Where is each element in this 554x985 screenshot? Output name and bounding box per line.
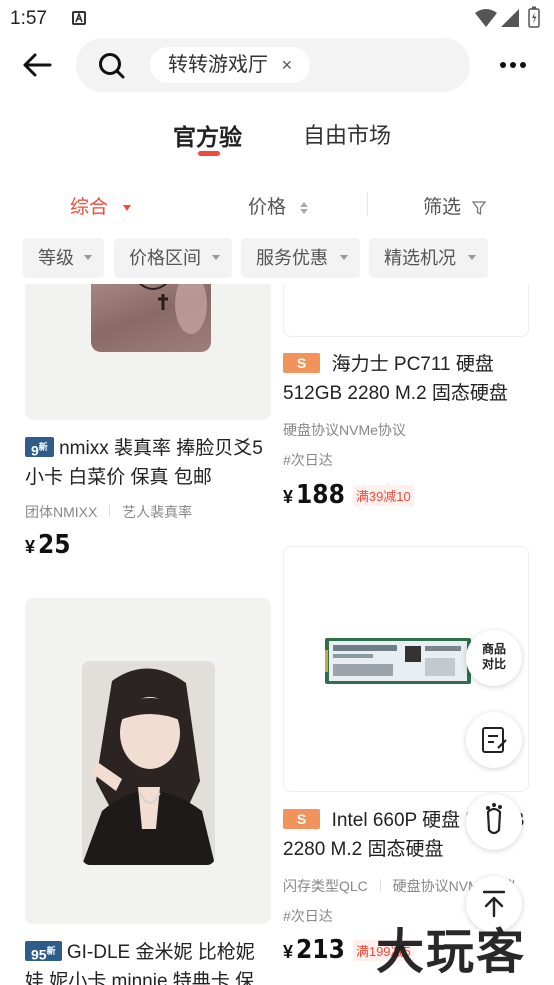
photocard-image: [91, 284, 211, 352]
grade-badge: 9新: [25, 436, 54, 459]
signal-icon: [501, 9, 519, 27]
photocard-image: [82, 661, 215, 865]
product-card[interactable]: 9新 nmixx 裴真率 捧脸贝爻5小卡 白菜价 保真 包邮 团体NMIXX 艺…: [25, 284, 271, 564]
chip-close-icon[interactable]: ×: [282, 55, 293, 75]
product-card[interactable]: 95新 GI-DLE 金米妮 比枪妮娃 妮小卡 minnie 特典卡 保: [25, 598, 271, 985]
caret-down-icon: [123, 204, 132, 211]
grade-badge: 95新: [25, 940, 62, 963]
footprint-icon: [486, 803, 502, 835]
footprint-button[interactable]: [466, 794, 522, 850]
tab-active-indicator: [198, 151, 220, 156]
filter-chip-label: 价格区间: [129, 248, 201, 268]
chevron-down-icon: [468, 255, 476, 260]
product-title: 95新 GI-DLE 金米妮 比枪妮娃 妮小卡 minnie 特典卡 保: [25, 938, 265, 985]
product-image: [25, 598, 271, 924]
tab-free-market[interactable]: 自由市场: [303, 118, 391, 150]
chevron-down-icon: [212, 255, 220, 260]
ssd-image: [325, 638, 471, 684]
status-time: 1:57: [10, 8, 47, 29]
compare-label: 商品 对比: [481, 642, 506, 671]
search-icon: [99, 53, 125, 79]
filter-label: 筛选: [423, 197, 462, 218]
status-bar: 1:57: [0, 0, 554, 36]
compare-button[interactable]: 商品 对比: [466, 630, 522, 686]
delivery-tag: #次日达: [283, 908, 333, 924]
filter-chip-label: 精选机况: [384, 248, 456, 268]
filter-chip-price-range[interactable]: 价格区间: [114, 238, 232, 278]
chevron-down-icon: [340, 255, 348, 260]
promo-badge: 满39减10: [352, 485, 414, 507]
sort-updown-icon: [300, 201, 309, 214]
funnel-icon: [471, 201, 487, 216]
search-keyword-chip[interactable]: 转转游戏厅 ×: [150, 47, 311, 83]
sort-comprehensive-label: 综合: [70, 197, 109, 218]
product-title: S 海力士 PC711 硬盘 512GB 2280 M.2 固态硬盘: [283, 350, 529, 408]
search-keyword-text: 转转游戏厅: [168, 54, 268, 76]
filter-chip-condition[interactable]: 精选机况: [369, 238, 488, 278]
filter-chip-bar: 等级 价格区间 服务优惠 精选机况: [0, 236, 554, 284]
product-tags: 团体NMIXX 艺人裴真率: [25, 502, 192, 522]
sort-price-label: 价格: [248, 197, 287, 218]
edit-note-button[interactable]: [466, 712, 522, 768]
product-image: [283, 284, 529, 337]
product-price: ¥188 满39减10: [283, 480, 414, 510]
spec-text: 硬盘协议NVMe协议: [283, 422, 406, 438]
sort-bar: 综合 价格 筛选: [0, 180, 554, 228]
notification-icon: [72, 11, 86, 25]
grade-badge: S: [283, 808, 321, 829]
product-image: [25, 284, 271, 420]
product-price: ¥25: [25, 530, 71, 560]
more-menu-icon[interactable]: [500, 62, 528, 68]
delivery-tag: #次日达: [283, 452, 333, 468]
battery-icon: [528, 6, 540, 28]
filter-chip-grade[interactable]: 等级: [23, 238, 104, 278]
tab-official[interactable]: 官方验: [173, 118, 242, 152]
sort-comprehensive[interactable]: 综合: [70, 192, 132, 219]
grade-badge: S: [283, 352, 321, 373]
wifi-icon: [475, 9, 497, 27]
edit-note-icon: [482, 727, 507, 753]
filter-chip-label: 服务优惠: [256, 248, 328, 268]
product-title-text: nmixx 裴真率 捧脸贝爻5小卡 白菜价 保真 包邮: [25, 438, 263, 488]
spec-text: 闪存类型QLC: [283, 878, 368, 894]
sort-divider: [367, 192, 368, 216]
sort-price[interactable]: 价格: [248, 192, 309, 219]
product-spec: 硬盘协议NVMe协议: [283, 420, 406, 440]
product-card[interactable]: S 海力士 PC711 硬盘 512GB 2280 M.2 固态硬盘 硬盘协议N…: [283, 284, 529, 524]
filter-chip-service[interactable]: 服务优惠: [241, 238, 360, 278]
watermark: 大玩客: [376, 924, 527, 980]
chevron-down-icon: [84, 255, 92, 260]
tag-text: 艺人裴真率: [122, 504, 193, 520]
search-row: 转转游戏厅 ×: [0, 36, 554, 94]
market-tabs: 官方验 自由市场: [0, 94, 554, 174]
filter-button[interactable]: 筛选: [423, 192, 487, 219]
back-arrow-icon[interactable]: [22, 52, 52, 78]
filter-chip-label: 等级: [38, 248, 74, 268]
search-box[interactable]: 转转游戏厅 ×: [76, 38, 470, 92]
tag-text: 团体NMIXX: [25, 504, 98, 520]
product-title: 9新 nmixx 裴真率 捧脸贝爻5小卡 白菜价 保真 包邮: [25, 434, 265, 492]
